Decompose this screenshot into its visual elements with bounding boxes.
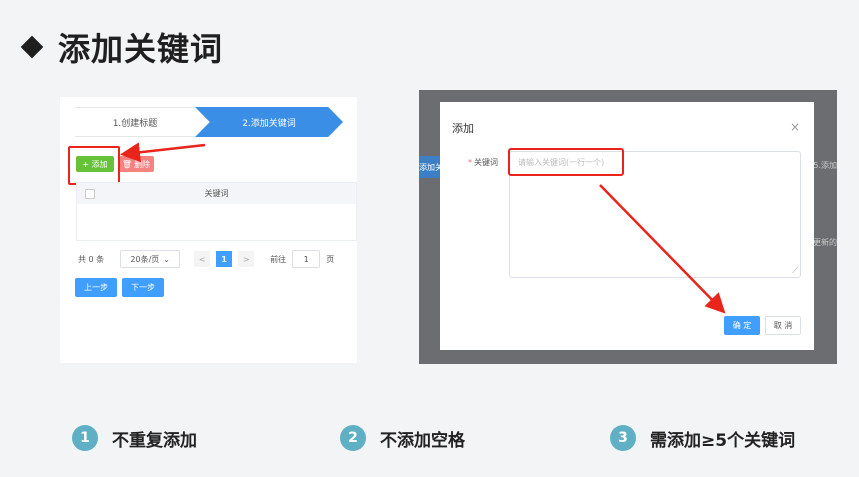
cancel-button[interactable]: 取 消 — [765, 316, 801, 335]
pagination: 共 0 条 20条/页 ⌄ < 1 > 前往 1 页 — [78, 250, 334, 268]
next-step-button[interactable]: 下一步 — [122, 278, 164, 297]
table-header: 关键词 — [77, 183, 356, 204]
highlight-box-keyword — [508, 148, 624, 176]
prev-step-button[interactable]: 上一步 — [75, 278, 117, 297]
step-create-title[interactable]: 1.创建标题 — [75, 107, 195, 137]
keyword-field-label: * 关键词 — [468, 157, 498, 168]
diamond-bullet-icon — [20, 35, 44, 59]
delete-button[interactable]: 🗑 删除 — [118, 156, 154, 172]
page-size-select[interactable]: 20条/页 ⌄ — [120, 250, 181, 268]
goto-label: 前往 — [270, 254, 287, 264]
prev-page-button[interactable]: < — [194, 251, 211, 267]
trash-icon: 🗑 — [121, 159, 133, 169]
note-number-badge: 2 — [340, 425, 366, 451]
close-icon[interactable]: × — [790, 120, 800, 134]
note-number-badge: 3 — [610, 425, 636, 451]
note-1: 1 不重复添加 — [72, 425, 197, 451]
background-tab: 添加关 — [419, 156, 441, 178]
pager-total: 共 0 条 — [78, 254, 105, 264]
add-keyword-dialog: 添加 × * 关键词 请输入关键词(一行一个) ⟋ 确 定 取 消 — [440, 102, 814, 350]
dialog-title: 添加 — [452, 122, 474, 135]
note-text: 需添加≥5个关键词 — [650, 430, 796, 451]
resize-handle-icon[interactable]: ⟋ — [792, 266, 798, 276]
goto-unit: 页 — [326, 254, 335, 264]
required-mark: * — [468, 158, 472, 167]
steps-bar: 1.创建标题 2.添加关键词 — [60, 107, 357, 137]
step-add-keyword[interactable]: 2.添加关键词 — [195, 107, 343, 137]
confirm-button[interactable]: 确 定 — [724, 316, 760, 335]
left-screenshot: 1.创建标题 2.添加关键词 + 添加 🗑 删除 关键词 共 0 条 20条/页… — [60, 97, 357, 363]
highlight-box-add — [68, 146, 120, 185]
note-2: 2 不添加空格 — [340, 425, 465, 451]
keyword-label-text: 关键词 — [474, 158, 498, 167]
note-text: 不添加空格 — [380, 430, 465, 451]
goto-page-input[interactable]: 1 — [292, 250, 321, 268]
slide-title: 添加关键词 — [20, 24, 224, 70]
page-size-value: 20条/页 — [130, 254, 160, 264]
slide-title-text: 添加关键词 — [58, 30, 224, 68]
keyword-table: 关键词 — [76, 182, 357, 241]
chevron-down-icon: ⌄ — [163, 254, 170, 264]
background-text-step: 5.添加 — [813, 161, 837, 170]
page-number-current[interactable]: 1 — [216, 251, 233, 267]
right-screenshot: 添加关 5.添加 更新的 添加 × * 关键词 请输入关键词(一行一个) ⟋ 确 … — [419, 90, 837, 364]
next-page-button[interactable]: > — [238, 251, 255, 267]
background-text-update: 更新的 — [813, 238, 837, 247]
column-header-keyword: 关键词 — [204, 189, 229, 198]
note-number-badge: 1 — [72, 425, 98, 451]
delete-button-label: 删除 — [134, 159, 151, 169]
note-3: 3 需添加≥5个关键词 — [610, 425, 795, 451]
note-text: 不重复添加 — [112, 430, 197, 451]
